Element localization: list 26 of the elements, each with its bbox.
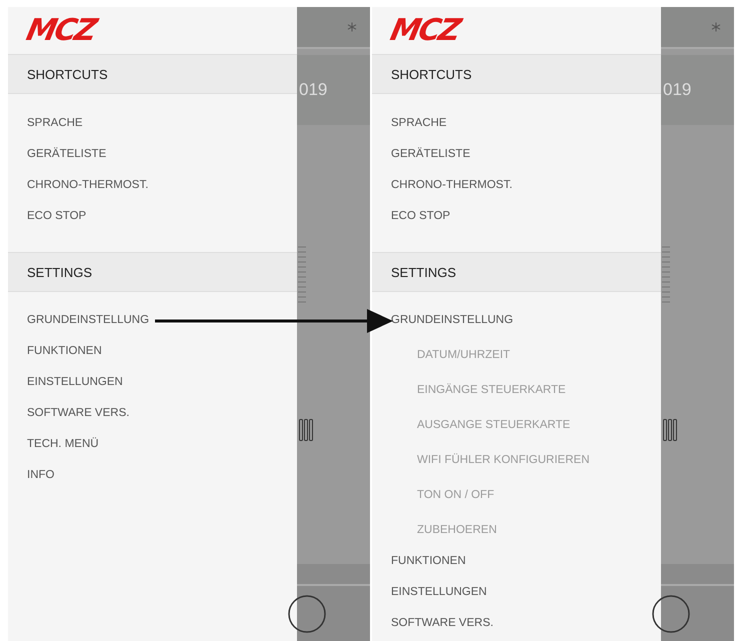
menu-item[interactable]: GRUNDEINSTELLUNG <box>27 312 150 328</box>
menu-item[interactable]: SOFTWARE VERS. <box>27 405 130 421</box>
section-title: SHORTCUTS <box>391 66 472 82</box>
menu-item[interactable]: FUNKTIONEN <box>27 343 102 359</box>
menu-item[interactable]: EINSTELLUNGEN <box>391 584 487 600</box>
menu-item[interactable]: GERÄTELISTE <box>391 146 470 162</box>
menu-item[interactable]: SOFTWARE VERS. <box>391 615 494 631</box>
menu-item[interactable]: SPRACHE <box>27 115 83 131</box>
brand-logo: MCZ <box>23 13 98 48</box>
menu-item[interactable]: ECO STOP <box>391 208 450 224</box>
section-title: SETTINGS <box>391 264 456 280</box>
menu-item[interactable]: EINSTELLUNGEN <box>27 374 123 390</box>
menu-item[interactable]: INFO <box>27 467 54 483</box>
menu-item[interactable]: FUNKTIONEN <box>391 553 466 569</box>
brand-logo: MCZ <box>387 13 462 48</box>
section-title: SETTINGS <box>27 264 92 280</box>
menu-item[interactable]: GERÄTELISTE <box>27 146 106 162</box>
menu-item[interactable]: SPRACHE <box>391 115 447 131</box>
menu-item[interactable]: TECH. MENÜ <box>27 436 99 452</box>
year-text: 019 <box>663 80 692 100</box>
menu-item[interactable]: CHRONO-THERMOST. <box>27 177 148 193</box>
year-text: 019 <box>299 80 328 100</box>
menu-item[interactable]: GRUNDEINSTELLUNG <box>391 312 514 328</box>
menu-item[interactable]: CHRONO-THERMOST. <box>391 177 512 193</box>
section-title: SHORTCUTS <box>27 66 108 82</box>
menu-item[interactable]: ECO STOP <box>27 208 86 224</box>
